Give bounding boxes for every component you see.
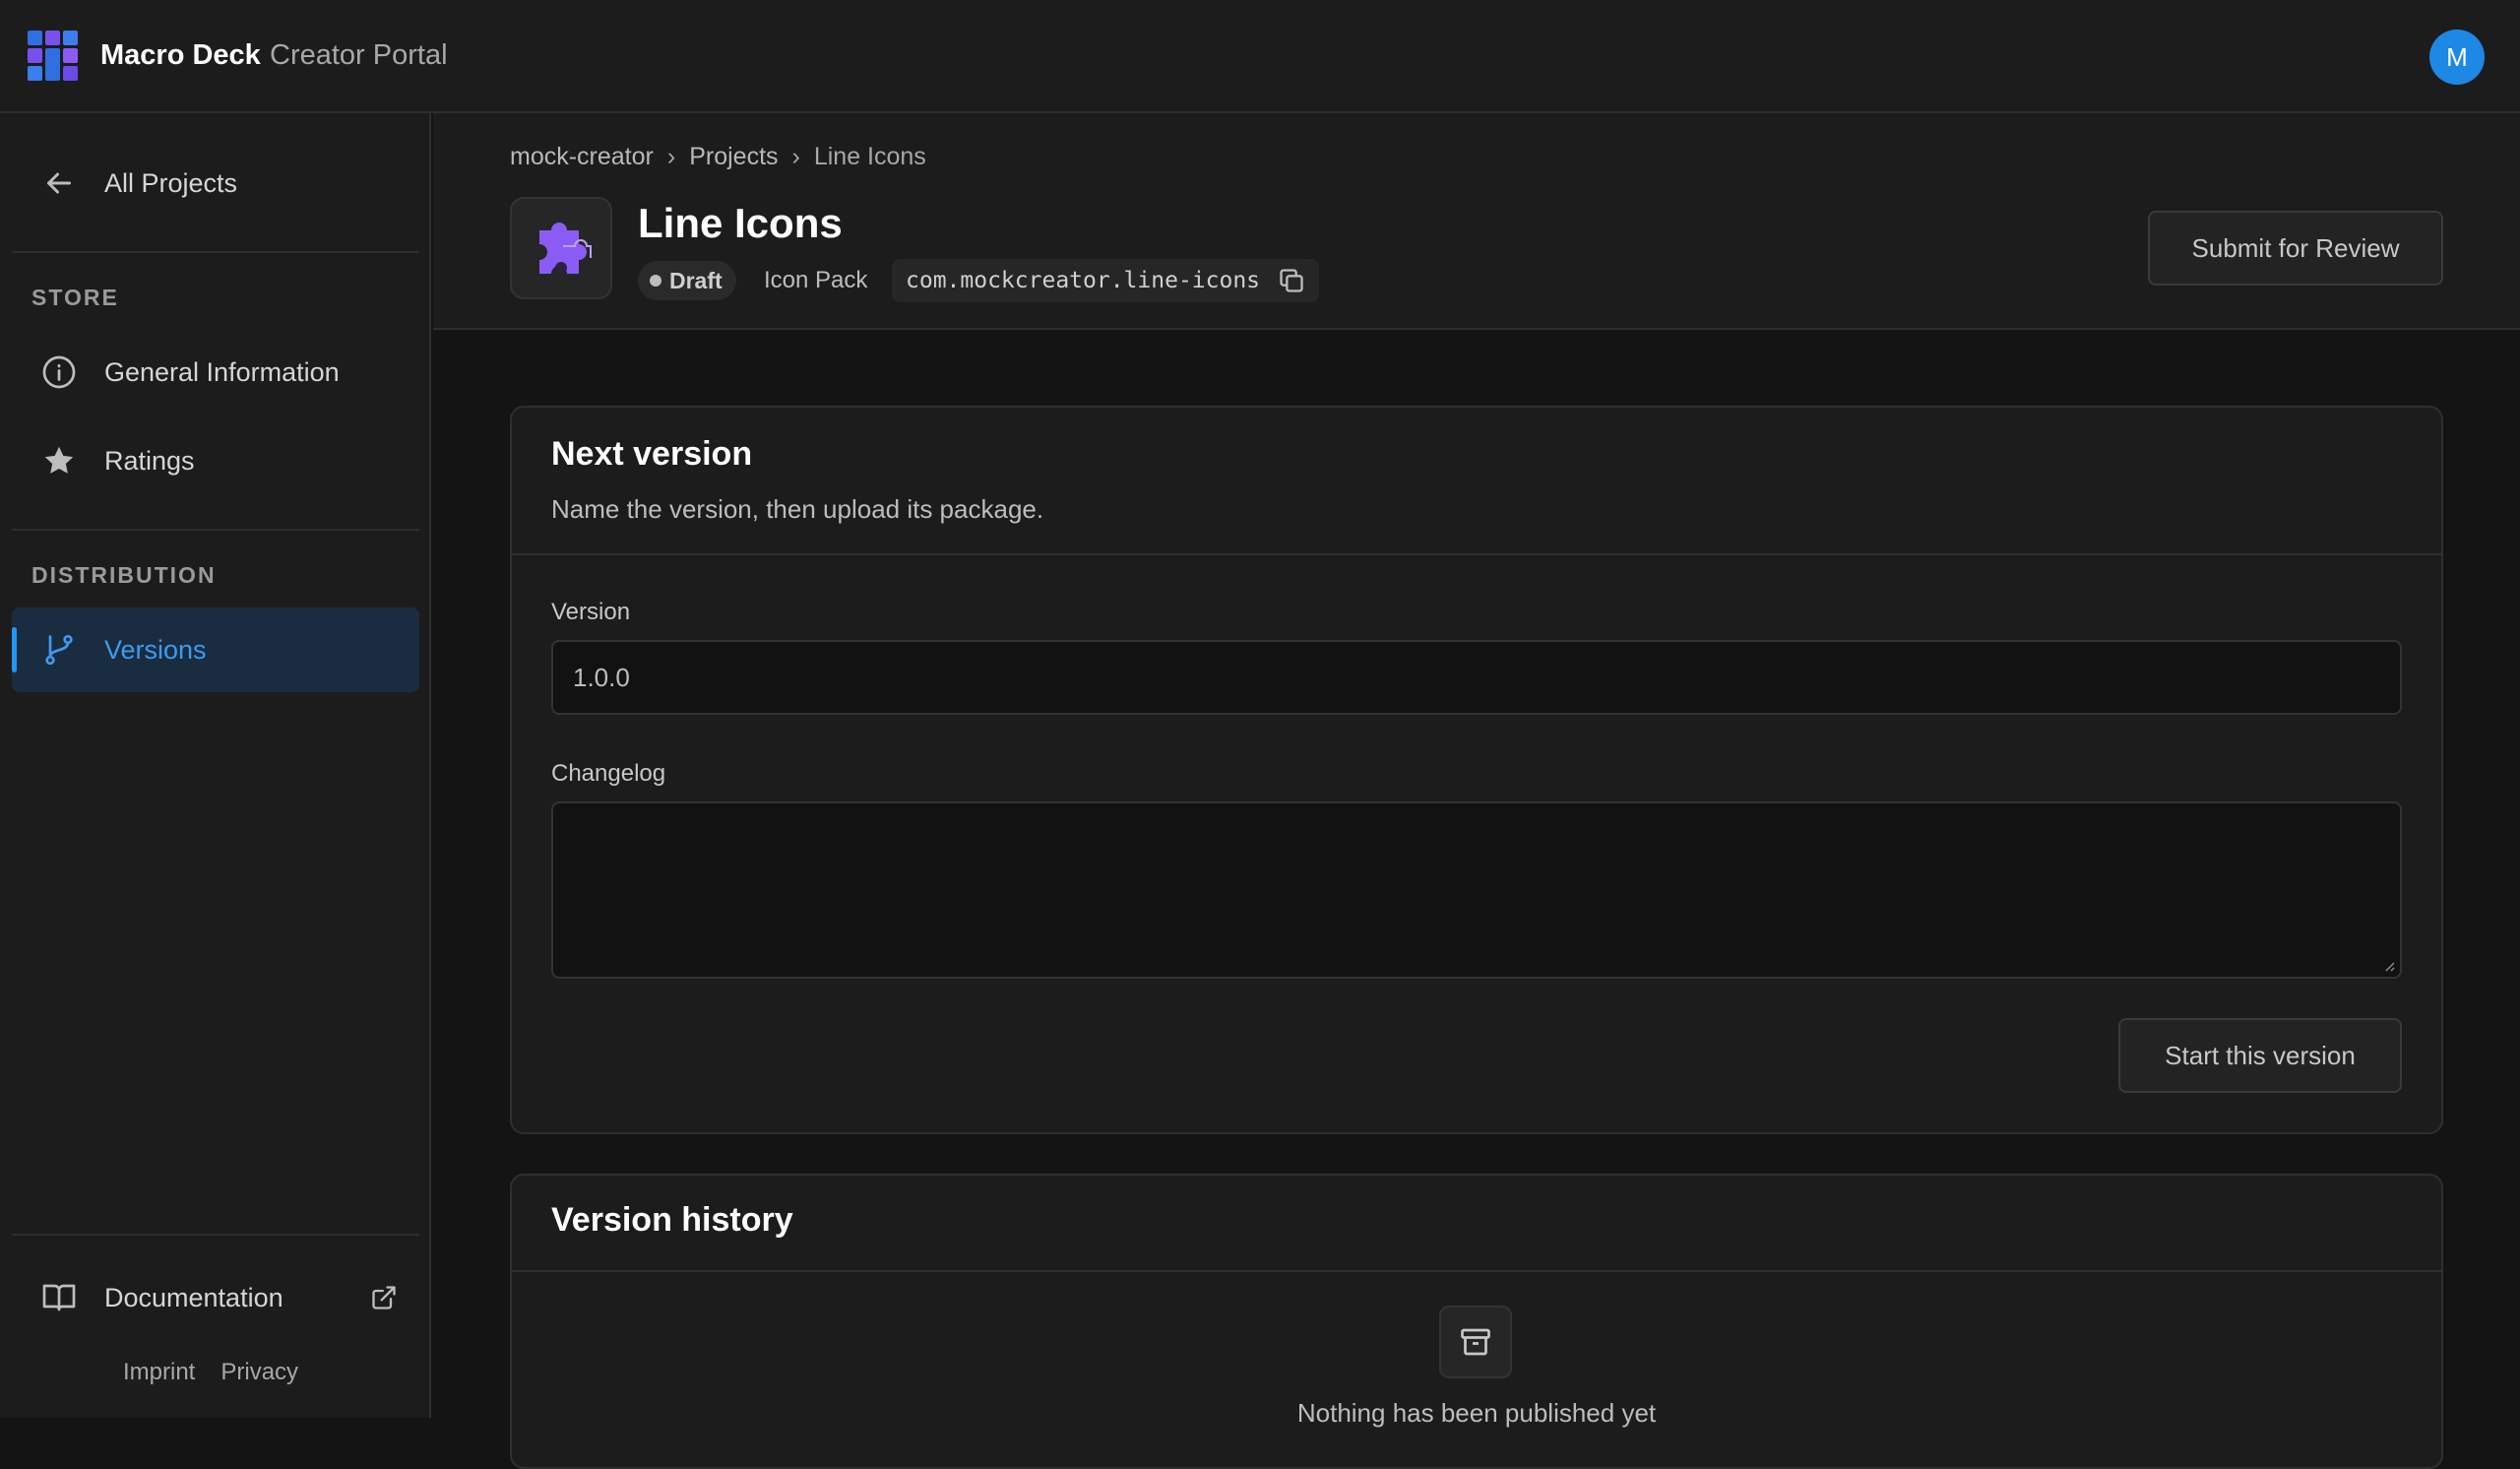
- top-bar: Macro Deck Creator Portal M: [0, 0, 2520, 113]
- status-label: Draft: [669, 267, 723, 293]
- sidebar-item-ratings[interactable]: Ratings: [12, 418, 419, 503]
- sidebar-divider: [12, 251, 419, 253]
- git-branch-icon: [45, 634, 73, 666]
- puzzle-icon: [539, 223, 592, 274]
- app-name: Macro Deck: [100, 39, 261, 71]
- sidebar-item-label: Versions: [104, 634, 207, 665]
- version-label: Version: [551, 599, 631, 625]
- package-id-text: com.mockcreator.line-icons: [906, 268, 1261, 293]
- section-title-distribution: DISTRIBUTION: [32, 562, 217, 588]
- submit-for-review-button[interactable]: Submit for Review: [2148, 211, 2443, 286]
- documentation-label: Documentation: [104, 1282, 284, 1312]
- info-icon: [42, 355, 76, 389]
- star-icon: [44, 446, 74, 474]
- project-type: Icon Pack: [764, 267, 868, 293]
- sidebar: All Projects STORE General Information R…: [0, 113, 431, 1418]
- card-header: Version history: [512, 1176, 2441, 1272]
- status-badge: Draft: [638, 261, 736, 300]
- empty-state-icon: [1439, 1306, 1512, 1378]
- sidebar-divider: [12, 529, 419, 531]
- resize-handle-icon[interactable]: [2380, 957, 2396, 973]
- breadcrumb-current: Line Icons: [813, 143, 926, 170]
- sidebar-divider: [12, 1234, 419, 1236]
- footer-links: Imprint Privacy: [123, 1359, 298, 1386]
- next-version-card: Next version Name the version, then uplo…: [510, 406, 2443, 1134]
- breadcrumb: mock-creator › Projects › Line Icons: [510, 143, 926, 171]
- package-id: com.mockcreator.line-icons: [892, 259, 1320, 302]
- external-link-icon: [372, 1286, 396, 1309]
- card-description: Name the version, then upload its packag…: [551, 494, 1044, 524]
- breadcrumb-creator[interactable]: mock-creator: [510, 143, 654, 171]
- sidebar-item-versions[interactable]: Versions: [12, 607, 419, 692]
- project-icon: [510, 197, 612, 299]
- copy-icon[interactable]: [1278, 267, 1305, 294]
- start-this-version-button[interactable]: Start this version: [2118, 1018, 2402, 1093]
- breadcrumb-separator: ›: [666, 143, 676, 170]
- sidebar-item-general-information[interactable]: General Information: [12, 330, 419, 415]
- book-icon: [42, 1284, 76, 1311]
- privacy-link[interactable]: Privacy: [220, 1359, 298, 1386]
- archive-icon: [1461, 1328, 1490, 1356]
- card-header: Next version Name the version, then uplo…: [512, 408, 2441, 555]
- project-header: mock-creator › Projects › Line Icons Lin…: [433, 113, 2520, 330]
- card-title: Next version: [551, 435, 753, 473]
- user-avatar[interactable]: M: [2429, 30, 2485, 85]
- macro-deck-logo[interactable]: [28, 31, 78, 81]
- project-title: Line Icons: [638, 200, 843, 246]
- changelog-label: Changelog: [551, 760, 666, 787]
- imprint-link[interactable]: Imprint: [123, 1359, 195, 1386]
- card-title: Version history: [551, 1201, 793, 1239]
- version-history-card: Version history Nothing has been publish…: [510, 1174, 2443, 1469]
- breadcrumb-separator: ›: [791, 143, 800, 170]
- sidebar-item-label: General Information: [104, 356, 340, 387]
- documentation-link[interactable]: Documentation: [12, 1255, 419, 1340]
- empty-state-text: Nothing has been published yet: [1296, 1398, 1657, 1428]
- changelog-textarea[interactable]: [551, 801, 2402, 979]
- status-dot: [650, 275, 662, 287]
- arrow-left-icon: [47, 172, 71, 194]
- all-projects-link[interactable]: All Projects: [12, 141, 419, 225]
- sidebar-item-label: Ratings: [104, 445, 195, 476]
- app-subtitle: Creator Portal: [270, 39, 448, 71]
- version-input[interactable]: 1.0.0: [551, 640, 2402, 715]
- all-projects-label: All Projects: [104, 167, 238, 198]
- section-title-store: STORE: [32, 285, 119, 310]
- breadcrumb-projects[interactable]: Projects: [689, 143, 778, 171]
